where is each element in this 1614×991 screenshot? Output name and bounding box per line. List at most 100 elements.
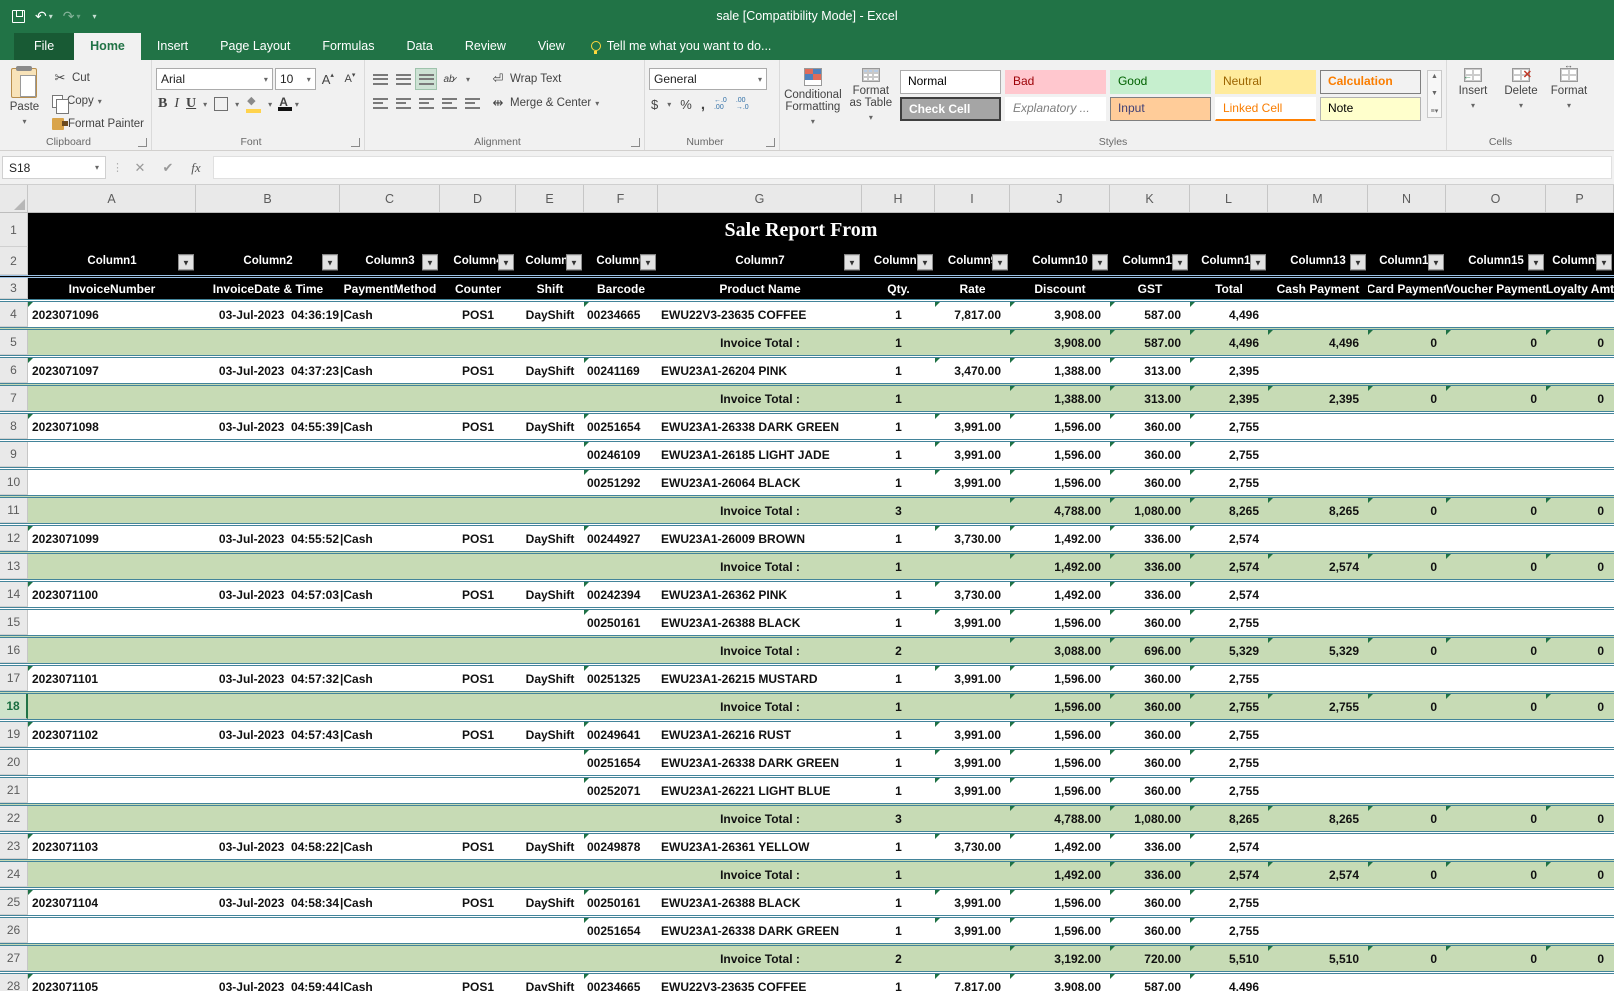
- number-format-select[interactable]: General▾: [649, 68, 767, 90]
- cell-I15[interactable]: 3,991.00: [935, 610, 1010, 635]
- cell-C14[interactable]: |Cash: [340, 582, 440, 607]
- styles-gallery-expand-icon[interactable]: ≡▾: [1431, 107, 1439, 115]
- orientation-button[interactable]: ab̷: [438, 68, 460, 90]
- cell-G21[interactable]: EWU23A1-26221 LIGHT BLUE: [658, 778, 862, 803]
- cell-O16[interactable]: 0: [1446, 638, 1546, 663]
- filter-header-column9[interactable]: Column9▼: [935, 247, 1010, 275]
- cell-B26[interactable]: [196, 918, 340, 943]
- cell-J23[interactable]: 1,492.00: [1010, 834, 1110, 859]
- filter-dropdown-icon[interactable]: ▼: [1350, 254, 1366, 270]
- cell-L19[interactable]: 2,755: [1190, 722, 1268, 747]
- align-right-button[interactable]: [415, 92, 437, 114]
- cell-L17[interactable]: 2,755: [1190, 666, 1268, 691]
- bottom-align-button[interactable]: [415, 68, 437, 90]
- select-all-corner[interactable]: [0, 185, 28, 212]
- cell-N8[interactable]: [1368, 414, 1446, 439]
- cell-K10[interactable]: 360.00: [1110, 470, 1190, 495]
- tab-file[interactable]: File: [14, 33, 74, 60]
- filter-dropdown-icon[interactable]: ▼: [422, 254, 438, 270]
- cell-D8[interactable]: POS1: [440, 414, 516, 439]
- cell-O7[interactable]: 0: [1446, 386, 1546, 411]
- cell-F18[interactable]: [584, 694, 658, 719]
- cell-L8[interactable]: 2,755: [1190, 414, 1268, 439]
- cell-O17[interactable]: [1446, 666, 1546, 691]
- column-header-I[interactable]: I: [935, 185, 1010, 212]
- row-header-6[interactable]: 6: [0, 358, 28, 383]
- column-header-H[interactable]: H: [862, 185, 935, 212]
- cell-D12[interactable]: POS1: [440, 526, 516, 551]
- filter-header-column10[interactable]: Column10▼: [1010, 247, 1110, 275]
- cell-A12[interactable]: 2023071099: [28, 526, 196, 551]
- cell-J10[interactable]: 1,596.00: [1010, 470, 1110, 495]
- cell-G26[interactable]: EWU23A1-26338 DARK GREEN: [658, 918, 862, 943]
- cell-H22[interactable]: 3: [862, 806, 935, 831]
- column-header-G[interactable]: G: [658, 185, 862, 212]
- cell-A21[interactable]: [28, 778, 196, 803]
- cell-P21[interactable]: [1546, 778, 1614, 803]
- cell-J4[interactable]: 3,908.00: [1010, 302, 1110, 327]
- delete-cells-button[interactable]: Delete ▾: [1499, 64, 1543, 134]
- cell-J7[interactable]: 1,388.00: [1010, 386, 1110, 411]
- cell-K24[interactable]: 336.00: [1110, 862, 1190, 887]
- cell-E24[interactable]: [516, 862, 584, 887]
- cell-style-linked-cell[interactable]: Linked Cell: [1215, 97, 1316, 121]
- cell-F27[interactable]: [584, 946, 658, 971]
- cell-E4[interactable]: DayShift: [516, 302, 584, 327]
- cell-F26[interactable]: 00251654: [584, 918, 658, 943]
- cell-B5[interactable]: [196, 330, 340, 355]
- cell-H18[interactable]: 1: [862, 694, 935, 719]
- cell-G9[interactable]: EWU23A1-26185 LIGHT JADE: [658, 442, 862, 467]
- filter-dropdown-icon[interactable]: ▼: [1596, 254, 1612, 270]
- cell-N7[interactable]: 0: [1368, 386, 1446, 411]
- styles-scroll-down-icon[interactable]: ▼: [1431, 90, 1438, 97]
- font-dialog-launcher[interactable]: [351, 138, 360, 147]
- cell-K12[interactable]: 336.00: [1110, 526, 1190, 551]
- cell-C9[interactable]: [340, 442, 440, 467]
- table-header-voucher-payment[interactable]: Voucher Payment: [1446, 278, 1546, 299]
- cell-L6[interactable]: 2,395: [1190, 358, 1268, 383]
- cell-N12[interactable]: [1368, 526, 1446, 551]
- row-header-25[interactable]: 25: [0, 890, 28, 915]
- cell-D18[interactable]: [440, 694, 516, 719]
- cell-H15[interactable]: 1: [862, 610, 935, 635]
- currency-button[interactable]: $: [651, 97, 658, 112]
- copy-button[interactable]: Copy▾: [49, 91, 147, 112]
- cell-G12[interactable]: EWU23A1-26009 BROWN: [658, 526, 862, 551]
- cell-O21[interactable]: [1446, 778, 1546, 803]
- cell-P22[interactable]: 0: [1546, 806, 1614, 831]
- cell-D7[interactable]: [440, 386, 516, 411]
- row-header-17[interactable]: 17: [0, 666, 28, 691]
- cell-G23[interactable]: EWU23A1-26361 YELLOW: [658, 834, 862, 859]
- cell-B12[interactable]: 03-Jul-2023 04:55:52: [196, 526, 340, 551]
- cell-N17[interactable]: [1368, 666, 1446, 691]
- cell-H26[interactable]: 1: [862, 918, 935, 943]
- table-header-counter[interactable]: Counter: [440, 278, 516, 299]
- cell-O20[interactable]: [1446, 750, 1546, 775]
- cell-M21[interactable]: [1268, 778, 1368, 803]
- cell-I19[interactable]: 3,991.00: [935, 722, 1010, 747]
- cell-D11[interactable]: [440, 498, 516, 523]
- cell-J6[interactable]: 1,388.00: [1010, 358, 1110, 383]
- cell-P5[interactable]: 0: [1546, 330, 1614, 355]
- cell-L12[interactable]: 2,574: [1190, 526, 1268, 551]
- table-header-barcode[interactable]: Barcode: [584, 278, 658, 299]
- cell-G8[interactable]: EWU23A1-26338 DARK GREEN: [658, 414, 862, 439]
- cell-N10[interactable]: [1368, 470, 1446, 495]
- cell-E5[interactable]: [516, 330, 584, 355]
- filter-header-column15[interactable]: Column15▼: [1446, 247, 1546, 275]
- paste-button[interactable]: Paste ▾: [4, 64, 45, 134]
- cell-I16[interactable]: [935, 638, 1010, 663]
- cell-B19[interactable]: 03-Jul-2023 04:57:43: [196, 722, 340, 747]
- filter-header-column11[interactable]: Column11▼: [1110, 247, 1190, 275]
- cell-E10[interactable]: [516, 470, 584, 495]
- cell-J20[interactable]: 1,596.00: [1010, 750, 1110, 775]
- cell-G6[interactable]: EWU23A1-26204 PINK: [658, 358, 862, 383]
- cell-B11[interactable]: [196, 498, 340, 523]
- cell-N15[interactable]: [1368, 610, 1446, 635]
- cell-C24[interactable]: [340, 862, 440, 887]
- cell-O23[interactable]: [1446, 834, 1546, 859]
- cell-E14[interactable]: DayShift: [516, 582, 584, 607]
- cell-L15[interactable]: 2,755: [1190, 610, 1268, 635]
- cell-B7[interactable]: [196, 386, 340, 411]
- cell-C21[interactable]: [340, 778, 440, 803]
